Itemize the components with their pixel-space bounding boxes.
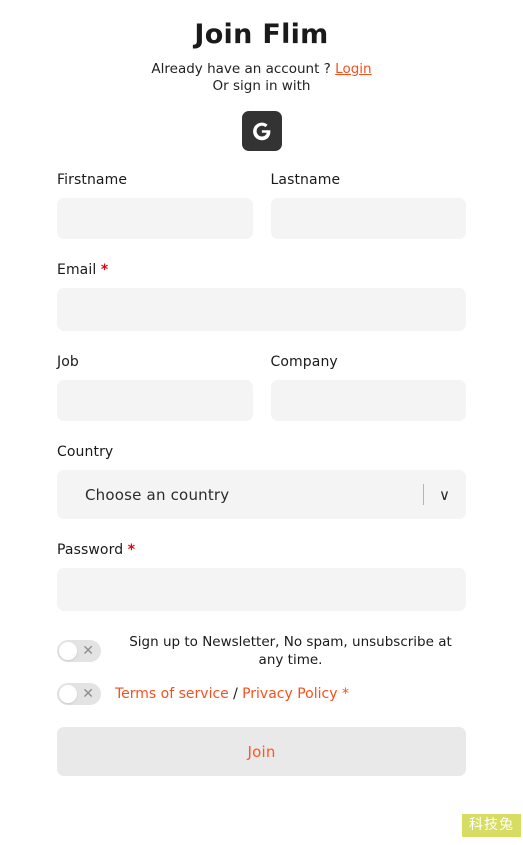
country-select-value: Choose an country — [85, 485, 230, 504]
email-label-text: Email — [57, 262, 97, 278]
country-field-group: Country Choose an country ∨ — [57, 443, 466, 519]
job-company-row: Job Company — [57, 353, 466, 421]
terms-toggle[interactable]: ✕ — [57, 683, 101, 705]
firstname-label: Firstname — [57, 172, 128, 188]
email-label: Email * — [57, 261, 466, 279]
consent-toggles: ✕ Sign up to Newsletter, No spam, unsubs… — [0, 633, 523, 705]
toggle-knob — [59, 685, 77, 703]
password-required-asterisk: * — [127, 542, 136, 558]
or-sign-in-with-text: Or sign in with — [212, 78, 311, 94]
chevron-down-icon: ∨ — [439, 485, 450, 504]
close-icon: ✕ — [82, 686, 94, 702]
password-label-text: Password — [57, 542, 124, 558]
join-button[interactable]: Join — [57, 727, 466, 776]
terms-of-service-link[interactable]: Terms of service — [115, 686, 229, 702]
password-field-group: Password * — [57, 541, 466, 611]
page-title: Join Flim — [194, 19, 329, 50]
company-field-group: Company — [270, 353, 466, 421]
country-label: Country — [57, 444, 114, 460]
select-divider — [423, 484, 424, 505]
job-label: Job — [57, 354, 79, 370]
signup-form: Firstname Lastname Email * Job Company C… — [0, 171, 523, 611]
name-row: Firstname Lastname — [57, 171, 466, 239]
submit-area: Join — [0, 727, 523, 776]
password-input[interactable] — [57, 568, 466, 611]
privacy-policy-link[interactable]: Privacy Policy * — [242, 686, 349, 702]
job-input[interactable] — [57, 380, 253, 421]
watermark-badge: 科技兔 — [462, 814, 521, 837]
newsletter-toggle[interactable]: ✕ — [57, 640, 101, 662]
lastname-field-group: Lastname — [270, 171, 466, 239]
email-required-asterisk: * — [100, 262, 109, 278]
country-select[interactable]: Choose an country ∨ — [57, 470, 466, 519]
signup-page: Join Flim Already have an account ? Logi… — [0, 0, 523, 845]
password-label: Password * — [57, 541, 466, 559]
terms-toggle-row: ✕ Terms of service / Privacy Policy * — [57, 683, 466, 705]
terms-separator: / — [233, 686, 238, 702]
account-prompt-text: Already have an account ? — [151, 61, 331, 77]
lastname-input[interactable] — [270, 198, 466, 239]
account-prompt-line: Already have an account ? Login — [0, 61, 523, 77]
job-field-group: Job — [57, 353, 253, 421]
login-link[interactable]: Login — [335, 61, 371, 77]
firstname-field-group: Firstname — [57, 171, 253, 239]
google-icon — [253, 122, 271, 140]
newsletter-toggle-row: ✕ Sign up to Newsletter, No spam, unsubs… — [57, 633, 466, 669]
terms-label-group: Terms of service / Privacy Policy * — [115, 685, 466, 703]
lastname-label: Lastname — [270, 172, 341, 188]
email-input[interactable] — [57, 288, 466, 331]
company-label: Company — [270, 354, 338, 370]
oauth-provider-row — [0, 111, 523, 151]
close-icon: ✕ — [82, 643, 94, 659]
newsletter-label: Sign up to Newsletter, No spam, unsubscr… — [129, 634, 452, 668]
company-input[interactable] — [270, 380, 466, 421]
firstname-input[interactable] — [57, 198, 253, 239]
google-signin-button[interactable] — [241, 111, 282, 151]
toggle-knob — [59, 642, 77, 660]
email-field-group: Email * — [57, 261, 466, 331]
